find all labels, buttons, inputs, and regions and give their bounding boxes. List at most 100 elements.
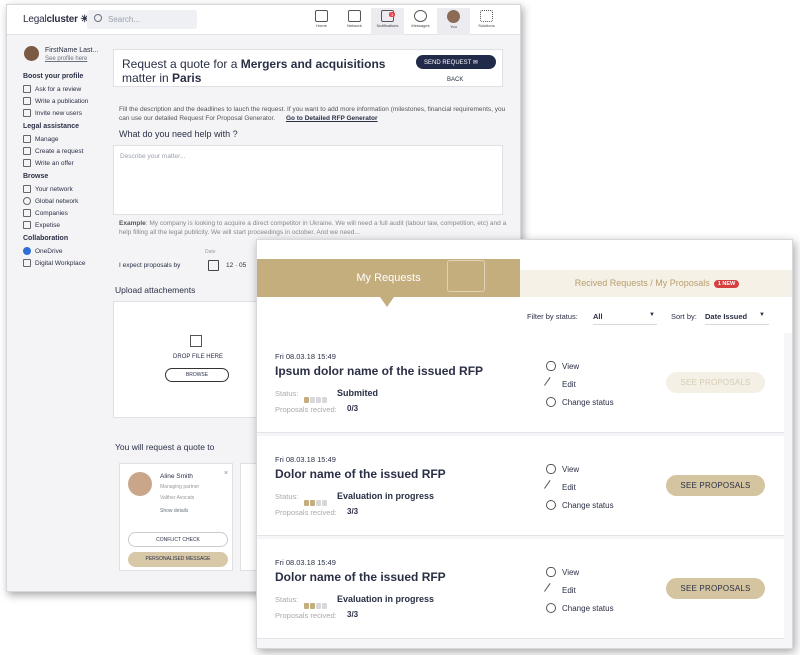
request-header-card: Request a quote for a Mergers and acquis… [113, 49, 503, 87]
sidebar-item-global-network[interactable]: Global network [21, 195, 107, 207]
balance-icon [23, 221, 31, 229]
change-status-action[interactable]: Change status [546, 500, 614, 510]
send-request-button[interactable]: SEND REQUEST ✉ [416, 55, 496, 69]
avatar [447, 10, 460, 23]
nav-you[interactable]: You [437, 8, 470, 35]
search-input[interactable]: Search... [87, 10, 197, 29]
chevron-down-icon: ▼ [649, 312, 655, 318]
lawyer-role: Managing partner [160, 484, 200, 490]
rfp-generator-link[interactable]: Go to Detailed RFP Generator [286, 115, 378, 122]
filter-label: Filter by status: [527, 312, 578, 321]
request-date: Fri 08.03.18 15:49 [275, 455, 336, 464]
sidebar-item-expertise[interactable]: Expetise [21, 219, 107, 231]
tab-caret [380, 297, 394, 307]
edit-action[interactable]: Edit [544, 480, 576, 494]
close-icon[interactable]: × [224, 470, 228, 477]
sidebar-item-ask-review[interactable]: Ask for a review [21, 83, 107, 95]
requests-list: Fri 08.03.18 15:49 Ipsum dolor name of t… [257, 333, 792, 648]
sidebar-item-manage[interactable]: Manage [21, 133, 107, 145]
pencil-icon [544, 583, 558, 597]
question-label: What do you need help with ? [119, 129, 238, 139]
example-text: Example: My company is looking to acquir… [119, 220, 507, 236]
view-action[interactable]: View [546, 567, 579, 577]
conflict-check-button[interactable]: CONFLICT CHECK [128, 532, 228, 547]
status-value: Evaluation in progress [337, 491, 435, 501]
browse-button[interactable]: BROWSE [165, 368, 229, 382]
briefcase-icon [23, 135, 31, 143]
profile-name: FirstName Last... [45, 47, 99, 54]
nav-messages[interactable]: Messages [404, 8, 437, 35]
tab-my-requests[interactable]: My Requests [257, 259, 520, 307]
tab-received-requests[interactable]: Recived Requests / My Proposals 1 NEW [520, 270, 792, 297]
status-label: Status: [275, 492, 299, 501]
change-status-action[interactable]: Change status [546, 397, 614, 407]
proposals-label: Proposals recived: [275, 611, 337, 620]
see-proposals-button[interactable]: SEE PROPOSALS [666, 578, 765, 599]
grid-icon [480, 10, 493, 22]
sidebar-item-create-request[interactable]: Create a request [21, 145, 107, 157]
list-item: Fri 08.03.18 15:49 Dolor name of the iss… [257, 539, 784, 639]
date-field[interactable]: 12 · 05 [226, 262, 246, 269]
file-icon [23, 147, 31, 155]
check-circle-icon [546, 397, 556, 407]
lawyer-name: Aline Smith [160, 473, 193, 480]
nav-solutions[interactable]: Solutions [470, 8, 503, 35]
nav-home[interactable]: Home [305, 8, 338, 35]
see-proposals-button[interactable]: SEE PROPOSALS [666, 372, 765, 393]
see-proposals-button[interactable]: SEE PROPOSALS [666, 475, 765, 496]
show-details-link[interactable]: Show details [160, 508, 188, 514]
home-icon [315, 10, 328, 22]
nav-notifications[interactable]: 1 Notifications [371, 8, 404, 35]
back-button[interactable]: BACK [447, 77, 463, 83]
status-value: Evaluation in progress [337, 594, 435, 604]
checklist-icon [447, 260, 485, 292]
notification-badge: 1 [389, 12, 396, 17]
page-title: Request a quote for a Mergers and acquis… [122, 57, 386, 85]
lawyer-firm: Valther Avocats [160, 495, 195, 501]
nav-network[interactable]: Network [338, 8, 371, 35]
sidebar-item-onedrive[interactable]: OneDrive [21, 245, 107, 257]
calendar-icon[interactable] [208, 260, 219, 271]
describe-matter-textarea[interactable]: Describe your matter... [113, 145, 503, 215]
logo[interactable]: Legalcluster ✳ [23, 14, 89, 25]
sidebar-section-collaboration: Collaboration [23, 235, 69, 242]
edit-action[interactable]: Edit [544, 583, 576, 597]
chat-icon [414, 10, 427, 22]
chevron-down-icon: ▼ [759, 312, 765, 318]
request-name[interactable]: Dolor name of the issued RFP [275, 467, 446, 481]
cloud-icon [23, 247, 31, 255]
sidebar-item-write-publication[interactable]: Write a publication [21, 95, 107, 107]
sidebar-item-write-offer[interactable]: Write an offer [21, 157, 107, 169]
check-circle-icon [546, 500, 556, 510]
proposals-count: 3/3 [347, 507, 359, 516]
search-icon [94, 14, 102, 22]
view-action[interactable]: View [546, 464, 579, 474]
pencil-icon [544, 480, 558, 494]
personalised-message-button[interactable]: PERSONALISED MESSAGE [128, 552, 228, 567]
sidebar-item-digital-workplace[interactable]: Digital Workplace [21, 257, 107, 269]
view-action[interactable]: View [546, 361, 579, 371]
my-requests-window: My Requests Recived Requests / My Propos… [256, 239, 793, 649]
send-icon: ✉ [472, 60, 478, 66]
edit-action[interactable]: Edit [544, 377, 576, 391]
sidebar-section-browse: Browse [23, 173, 49, 180]
document-icon [23, 97, 31, 105]
status-value: Submited [337, 388, 379, 398]
see-profile-link[interactable]: See profile here [45, 56, 87, 62]
sidebar-item-your-network[interactable]: Your network [21, 183, 107, 195]
request-name[interactable]: Ipsum dolor name of the issued RFP [275, 364, 483, 378]
list-item: Fri 08.03.18 15:49 Ipsum dolor name of t… [257, 333, 784, 433]
request-date: Fri 08.03.18 15:49 [275, 558, 336, 567]
sidebar-item-invite-users[interactable]: Invite new users [21, 107, 107, 119]
filter-select[interactable]: All [593, 312, 657, 325]
change-status-action[interactable]: Change status [546, 603, 614, 613]
tabs: My Requests Recived Requests / My Propos… [257, 257, 792, 307]
sidebar-profile[interactable]: FirstName Last... See profile here [21, 45, 107, 69]
proposals-count: 3/3 [347, 610, 359, 619]
upload-title: Upload attachements [115, 285, 196, 295]
sidebar-item-companies[interactable]: Companies [21, 207, 107, 219]
intro-text: Fill the description and the deadlines t… [119, 106, 506, 122]
avatar [128, 472, 152, 496]
request-name[interactable]: Dolor name of the issued RFP [275, 570, 446, 584]
request-date: Fri 08.03.18 15:49 [275, 352, 336, 361]
